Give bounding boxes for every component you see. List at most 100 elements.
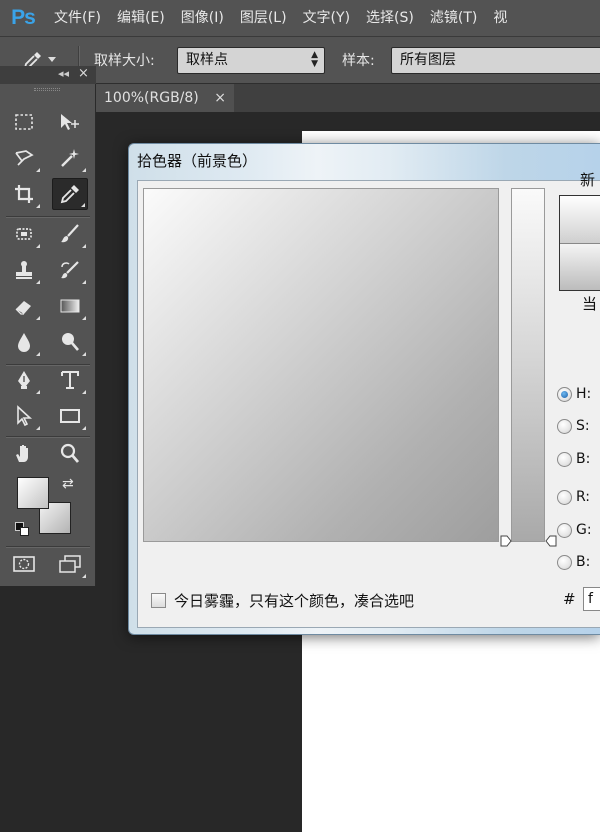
sample-size-select[interactable]: 取样点 ▲ ▼ (177, 47, 325, 74)
quick-mask-icon (13, 556, 35, 572)
hue-slider[interactable] (511, 188, 545, 542)
photoshop-logo: Ps (11, 6, 36, 29)
menu-layer[interactable]: 图层(L) (232, 0, 295, 37)
sample-size-label: 取样大小: (94, 53, 155, 69)
tool-brush[interactable] (52, 218, 88, 250)
radio-hue[interactable]: H: (557, 383, 591, 405)
history-brush-icon (61, 261, 79, 279)
radio-brightness[interactable]: B: (557, 448, 590, 470)
brush-icon (61, 224, 79, 243)
move-icon (61, 114, 79, 130)
close-icon[interactable]: × (214, 84, 226, 112)
screen-mode-icon (59, 555, 81, 573)
new-color-swatch[interactable] (560, 196, 600, 244)
menu-bar: Ps 文件(F) 编辑(E) 图像(I) 图层(L) 文字(Y) 选择(S) 滤… (0, 0, 600, 37)
radio-button[interactable] (557, 418, 572, 434)
radio-green[interactable]: G: (557, 519, 592, 541)
tool-spot-healing[interactable] (6, 218, 42, 250)
tool-zoom[interactable] (52, 438, 88, 470)
tool-eyedropper[interactable] (52, 178, 88, 210)
tool-magic-wand[interactable] (52, 142, 88, 174)
tool-eraser[interactable] (6, 290, 42, 322)
radio-button[interactable] (557, 554, 572, 570)
document-tab-title: 100%(RGB/8) (104, 90, 199, 106)
radio-label: R: (576, 489, 591, 505)
stamp-icon (16, 261, 32, 279)
tool-quick-mask[interactable] (6, 548, 42, 580)
only-web-colors-checkbox[interactable] (151, 593, 166, 608)
radio-saturation[interactable]: S: (557, 415, 590, 437)
radio-button[interactable] (557, 386, 572, 402)
tool-clone-stamp[interactable] (6, 254, 42, 286)
tool-screen-mode[interactable] (52, 548, 88, 580)
close-icon[interactable]: × (78, 66, 89, 81)
menu-type[interactable]: 文字(Y) (295, 0, 358, 37)
pen-icon (18, 371, 30, 389)
document-tab[interactable]: 100%(RGB/8) × (96, 84, 234, 112)
collapse-icon[interactable]: ◂◂ (58, 67, 69, 80)
arrow-pointer-icon (17, 405, 33, 427)
slider-handle-right-icon[interactable] (545, 535, 557, 547)
hand-icon (16, 445, 28, 462)
tool-hand[interactable] (6, 438, 42, 470)
chevron-down-icon (48, 57, 56, 62)
select-arrows-icon: ▲ ▼ (311, 50, 318, 69)
only-web-colors-option[interactable]: 今日雾霾，只有这个颜色，凑合选吧 (151, 590, 414, 611)
tool-crop[interactable] (6, 178, 42, 210)
tool-blur[interactable] (6, 326, 42, 358)
marquee-icon (15, 114, 33, 130)
menu-filter[interactable]: 滤镜(T) (422, 0, 485, 37)
tool-pen[interactable] (6, 364, 42, 396)
color-field[interactable] (143, 188, 499, 542)
tool-history-brush[interactable] (52, 254, 88, 286)
tool-rectangular-marquee[interactable] (6, 106, 42, 138)
sample-select[interactable]: 所有图层 (391, 47, 600, 74)
current-color-label: 当 (582, 295, 598, 313)
toolbox-grip[interactable] (34, 88, 60, 91)
radio-label: B: (576, 451, 591, 467)
default-colors-icon[interactable] (15, 522, 31, 536)
radio-blue[interactable]: B: (557, 551, 590, 573)
sample-size-value: 取样点 (186, 52, 228, 68)
tool-gradient[interactable] (52, 290, 88, 322)
radio-button[interactable] (557, 489, 572, 505)
radio-red[interactable]: R: (557, 486, 590, 508)
lasso-icon (15, 150, 34, 166)
sample-label: 样本: (342, 53, 375, 69)
document-tab-bar: 100%(RGB/8) × (96, 84, 600, 112)
radio-label: G: (576, 522, 592, 538)
tool-lasso[interactable] (6, 142, 42, 174)
rectangle-icon (60, 409, 80, 423)
menu-select[interactable]: 选择(S) (358, 0, 422, 37)
toolbox-panel: ◂◂ × ⇄ (0, 66, 96, 586)
slider-handle-left-icon[interactable] (500, 535, 512, 547)
tool-rectangle[interactable] (52, 400, 88, 432)
toolbox-header: ◂◂ × (0, 66, 96, 84)
swap-colors-icon[interactable]: ⇄ (62, 476, 74, 492)
eraser-icon (15, 301, 31, 315)
bandage-icon (16, 228, 32, 240)
hex-input[interactable]: f (583, 587, 600, 611)
hex-prefix: # (563, 590, 576, 608)
type-icon (61, 371, 79, 389)
tool-type[interactable] (52, 364, 88, 396)
eyedropper-icon (60, 185, 79, 204)
radio-button[interactable] (557, 451, 572, 467)
only-web-colors-label: 今日雾霾，只有这个颜色，凑合选吧 (174, 592, 415, 610)
tool-dodge[interactable] (52, 326, 88, 358)
foreground-color-swatch[interactable] (17, 477, 49, 509)
menu-file[interactable]: 文件(F) (46, 0, 109, 37)
radio-button[interactable] (557, 522, 572, 538)
tool-move[interactable] (52, 106, 88, 138)
current-color-swatch[interactable] (560, 244, 600, 290)
color-compare-swatch (559, 195, 600, 291)
radio-label: S: (576, 418, 590, 434)
menu-edit[interactable]: 编辑(E) (109, 0, 173, 37)
menu-view[interactable]: 视 (485, 0, 515, 37)
new-color-label: 新 (580, 171, 596, 189)
crop-icon (15, 185, 33, 203)
menu-image[interactable]: 图像(I) (173, 0, 232, 37)
magic-wand-icon (61, 149, 79, 167)
dialog-title: 拾色器（前景色） (137, 152, 258, 170)
tool-path-selection[interactable] (6, 400, 42, 432)
